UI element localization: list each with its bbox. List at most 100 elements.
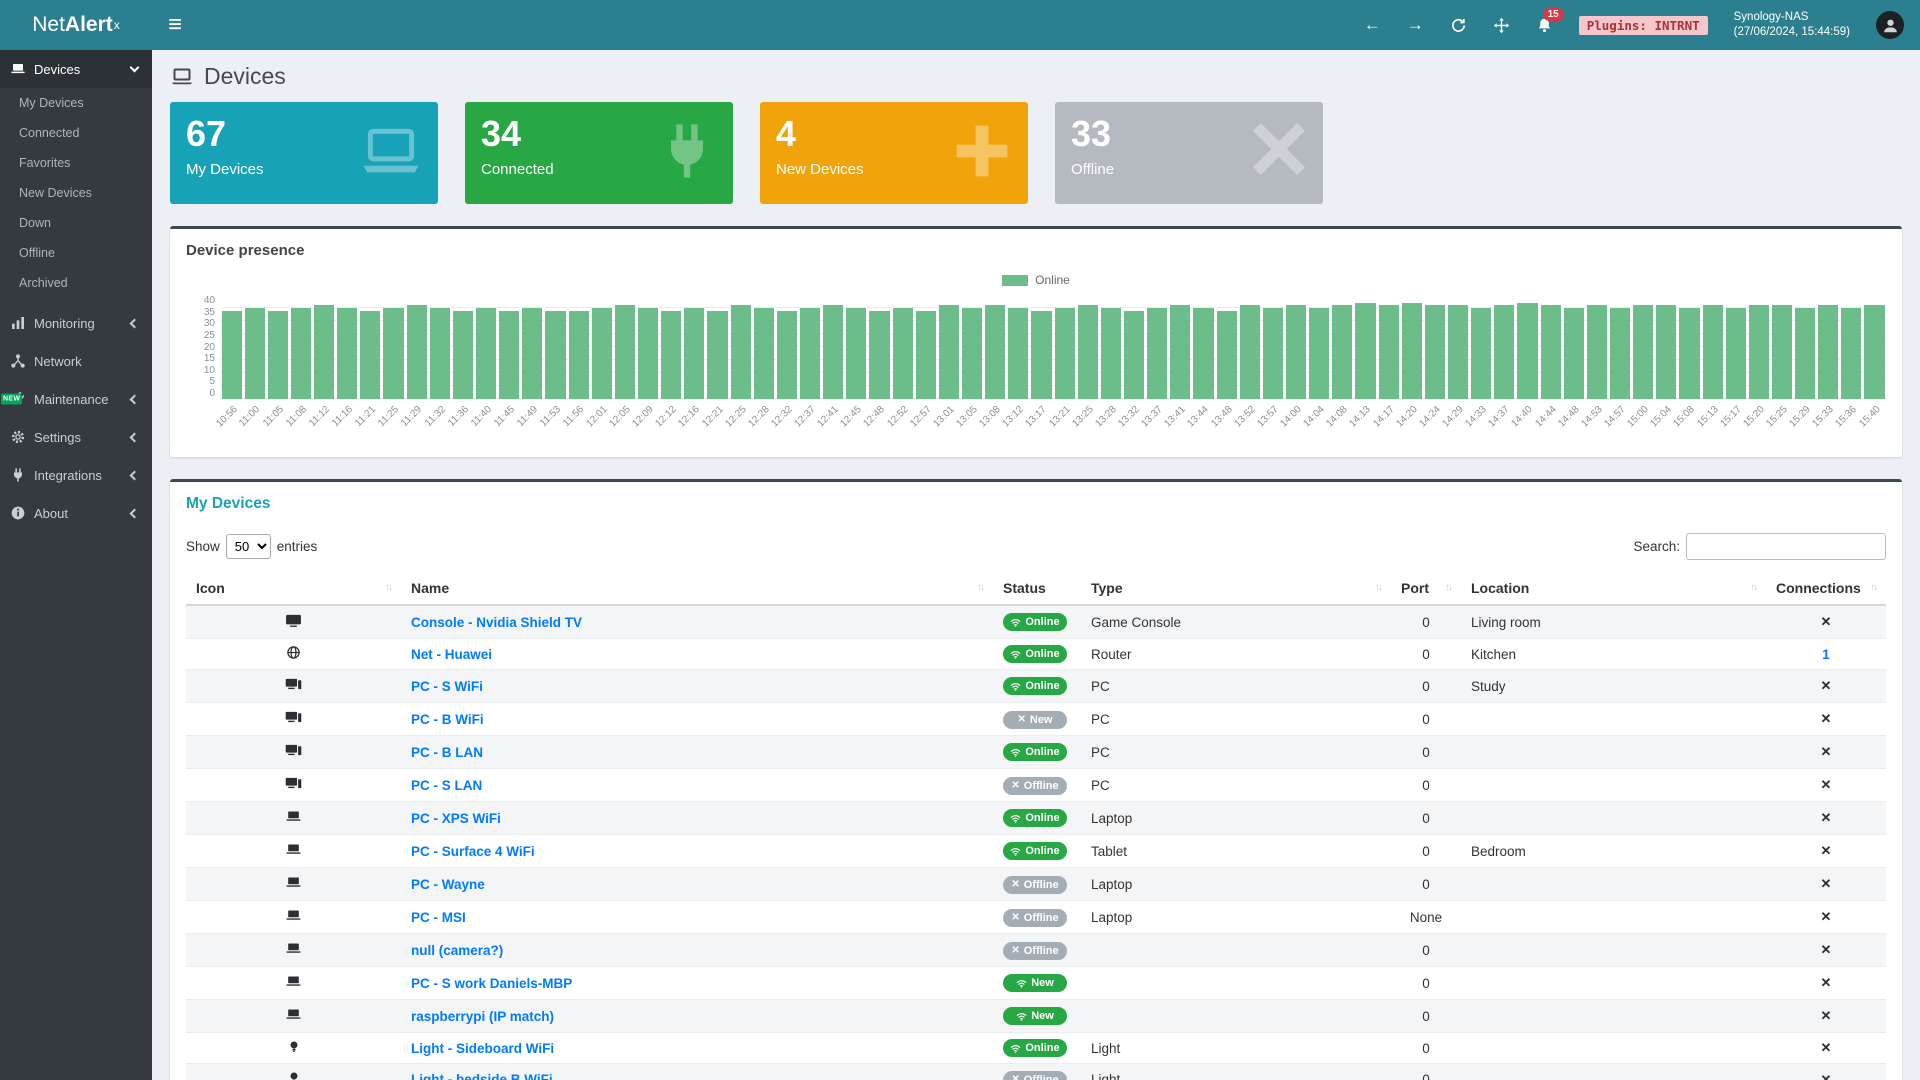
plugins-status-chip[interactable]: Plugins: INTRNT: [1579, 16, 1708, 35]
sidebar-item-down[interactable]: Down: [0, 208, 152, 238]
presence-bar: [684, 308, 704, 399]
sidebar-item-favorites[interactable]: Favorites: [0, 148, 152, 178]
device-name-link[interactable]: PC - MSI: [411, 910, 466, 925]
device-name-link[interactable]: Light - bedside B WiFi: [411, 1072, 553, 1080]
connections-x-icon[interactable]: ✕: [1821, 1040, 1832, 1055]
column-header-port[interactable]: Port↑↓: [1391, 572, 1461, 605]
connections-x-icon[interactable]: ✕: [1821, 1072, 1832, 1080]
connections-x-icon[interactable]: ✕: [1821, 744, 1832, 759]
device-name-link[interactable]: Net - Huawei: [411, 647, 492, 662]
connections-x-icon[interactable]: ✕: [1821, 876, 1832, 891]
device-name-link[interactable]: PC - B LAN: [411, 745, 483, 760]
connections-x-icon[interactable]: ✕: [1821, 678, 1832, 693]
device-port: None: [1391, 901, 1461, 934]
presence-bar: [545, 311, 565, 399]
sidebar-item-archived[interactable]: Archived: [0, 268, 152, 298]
device-row: PC - MSI✕OfflineLaptopNone✕: [186, 901, 1886, 934]
connections-x-icon[interactable]: ✕: [1821, 810, 1832, 825]
device-name-link[interactable]: PC - S work Daniels-MBP: [411, 976, 572, 991]
stat-card-new-devices[interactable]: 4 New Devices: [760, 102, 1028, 204]
presence-bar: [1425, 305, 1445, 399]
sidebar-item-about[interactable]: About: [0, 494, 152, 532]
column-header-connections[interactable]: Connections↑↓: [1766, 572, 1886, 605]
column-header-location[interactable]: Location↑↓: [1461, 572, 1766, 605]
move-icon[interactable]: [1493, 17, 1510, 34]
presence-bar: [1124, 311, 1144, 399]
connections-x-icon[interactable]: ✕: [1821, 1008, 1832, 1023]
device-type: Laptop: [1081, 901, 1391, 934]
presence-bar: [1193, 308, 1213, 399]
top-bar: NetAlertx ≡ ← → 15 Plugins: INTRNT Synol…: [0, 0, 1920, 50]
status-badge: ✕Offline: [1003, 1071, 1067, 1080]
y-tick-label: 5: [209, 376, 215, 387]
connections-x-icon[interactable]: ✕: [1821, 942, 1832, 957]
device-name-link[interactable]: Light - Sideboard WiFi: [411, 1041, 554, 1056]
sidebar-item-new-devices[interactable]: New Devices: [0, 178, 152, 208]
device-location: [1461, 1000, 1766, 1033]
device-name-link[interactable]: PC - Surface 4 WiFi: [411, 844, 535, 859]
column-header-type[interactable]: Type↑↓: [1081, 572, 1391, 605]
connections-x-icon[interactable]: ✕: [1821, 975, 1832, 990]
presence-bar: [1240, 305, 1260, 399]
device-location: [1461, 769, 1766, 802]
sidebar-item-monitoring[interactable]: Monitoring: [0, 304, 152, 342]
presence-bar: [360, 311, 380, 399]
devices-table: Icon↑↓ Name↑↓ Status Type↑↓ Port↑↓ Locat…: [186, 572, 1886, 1080]
device-name-link[interactable]: PC - B WiFi: [411, 712, 484, 727]
sidebar-item-integrations[interactable]: Integrations: [0, 456, 152, 494]
presence-bar: [777, 311, 797, 399]
network-icon: [10, 353, 26, 369]
status-badge: Online: [1003, 809, 1067, 827]
sidebar-item-offline[interactable]: Offline: [0, 238, 152, 268]
notifications-bell-icon[interactable]: 15: [1536, 17, 1553, 34]
device-port: 0: [1391, 1000, 1461, 1033]
back-arrow-button[interactable]: ←: [1364, 15, 1381, 35]
device-row: null (camera?)✕Offline0✕: [186, 934, 1886, 967]
sidebar-item-settings[interactable]: Settings: [0, 418, 152, 456]
connections-x-icon[interactable]: ✕: [1821, 614, 1832, 629]
presence-bar: [754, 308, 774, 399]
forward-arrow-button[interactable]: →: [1407, 15, 1424, 35]
presence-bar: [1795, 308, 1815, 399]
connections-x-icon[interactable]: ✕: [1821, 777, 1832, 792]
refresh-icon[interactable]: [1450, 17, 1467, 34]
stat-card-connected[interactable]: 34 Connected: [465, 102, 733, 204]
device-name-link[interactable]: PC - XPS WiFi: [411, 811, 501, 826]
connections-count-link[interactable]: 1: [1822, 647, 1830, 662]
device-name-link[interactable]: null (camera?): [411, 943, 503, 958]
device-name-link[interactable]: PC - S WiFi: [411, 679, 483, 694]
column-header-icon[interactable]: Icon↑↓: [186, 572, 401, 605]
stat-card-my-devices[interactable]: 67 My Devices: [170, 102, 438, 204]
presence-bar: [893, 308, 913, 399]
sidebar-item-network[interactable]: Network: [0, 342, 152, 380]
device-location: [1461, 901, 1766, 934]
app-logo[interactable]: NetAlertx: [0, 0, 152, 50]
search-input[interactable]: [1686, 533, 1886, 560]
connections-x-icon[interactable]: ✕: [1821, 843, 1832, 858]
sort-icon: ↑↓: [1445, 582, 1451, 593]
device-name-link[interactable]: Console - Nvidia Shield TV: [411, 615, 582, 630]
connections-x-icon[interactable]: ✕: [1821, 711, 1832, 726]
device-row: PC - S work Daniels-MBPNew0✕: [186, 967, 1886, 1000]
device-name-link[interactable]: raspberrypi (IP match): [411, 1009, 554, 1024]
device-type: Light: [1081, 1033, 1391, 1064]
device-name-link[interactable]: PC - S LAN: [411, 778, 482, 793]
new-feature-badge: NEW: [1, 394, 22, 405]
user-avatar[interactable]: [1876, 11, 1904, 39]
sidebar-item-maintenance[interactable]: NEW Maintenance: [0, 380, 152, 418]
column-header-status[interactable]: Status: [993, 572, 1081, 605]
presence-bar: [1402, 303, 1422, 399]
entries-select[interactable]: 50: [226, 534, 271, 559]
stat-card-offline[interactable]: 33 Offline: [1055, 102, 1323, 204]
sidebar-item-devices[interactable]: Devices: [0, 50, 152, 88]
connections-x-icon[interactable]: ✕: [1821, 909, 1832, 924]
device-type: PC: [1081, 736, 1391, 769]
presence-bar: [1217, 311, 1237, 399]
sidebar-item-connected[interactable]: Connected: [0, 118, 152, 148]
device-name-link[interactable]: PC - Wayne: [411, 877, 485, 892]
column-header-name[interactable]: Name↑↓: [401, 572, 993, 605]
sidebar-toggle-button[interactable]: ≡: [168, 13, 182, 37]
status-badge: Online: [1003, 677, 1067, 695]
presence-bar: [823, 305, 843, 399]
sidebar-item-my-devices[interactable]: My Devices: [0, 88, 152, 118]
